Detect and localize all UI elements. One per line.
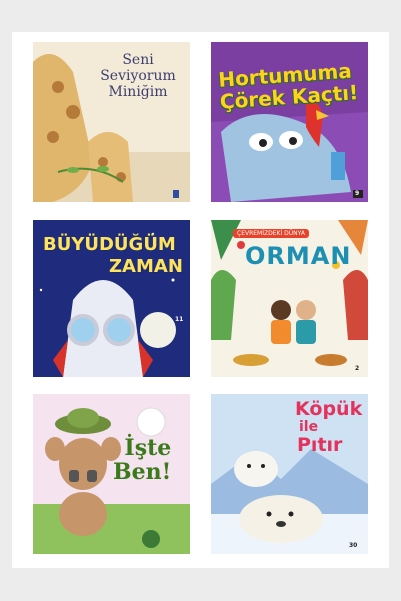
book-cover-kopuk-ile-pitir[interactable]: Köpük ile Pıtır 30 — [211, 394, 368, 554]
book-title: İşte Ben! — [113, 436, 171, 484]
product-gallery: Seni Seviyorum Miniğim Hortumuma Çörek K… — [12, 32, 389, 568]
book-cover-iste-ben[interactable]: İşte Ben! — [33, 394, 190, 554]
series-number-badge: 11 — [175, 316, 184, 323]
book-title-line: Ben! — [113, 459, 172, 485]
book-cover-orman[interactable]: ÇEVREMİZDEKİ DÜNYA ORMAN 2 — [211, 220, 368, 377]
book-title-line: Köpük — [295, 398, 363, 420]
book-cover-seni-seviyorum-minigim[interactable]: Seni Seviyorum Miniğim — [33, 42, 190, 202]
book-title-line: Seviyorum — [100, 68, 176, 84]
book-title-line: Seni — [122, 52, 154, 68]
book-title-line: ZAMAN — [109, 256, 183, 277]
book-title: ORMAN — [245, 242, 352, 270]
series-number-badge: 30 — [349, 542, 358, 549]
book-title: BÜYÜDÜĞÜM ZAMAN — [43, 234, 183, 278]
book-title-line: Miniğim — [108, 84, 168, 100]
book-cover-hortumuma-corek-kacti[interactable]: Hortumuma Çörek Kaçtı! 9 — [211, 42, 368, 202]
book-cover-buyudugum-zaman[interactable]: BÜYÜDÜĞÜM ZAMAN 11 — [33, 220, 190, 377]
book-title-line: BÜYÜDÜĞÜM — [43, 234, 176, 255]
series-banner: ÇEVREMİZDEKİ DÜNYA — [233, 229, 309, 238]
series-number-badge: 9 — [355, 190, 360, 197]
series-number-badge: 2 — [355, 365, 360, 372]
book-title-line: Pıtır — [297, 434, 343, 456]
book-title: Hortumuma Çörek Kaçtı! — [218, 59, 359, 114]
book-title: Seni Seviyorum Miniğim — [93, 52, 183, 100]
book-title-line: İşte — [124, 435, 172, 461]
book-title: Köpük ile Pıtır — [295, 398, 363, 456]
